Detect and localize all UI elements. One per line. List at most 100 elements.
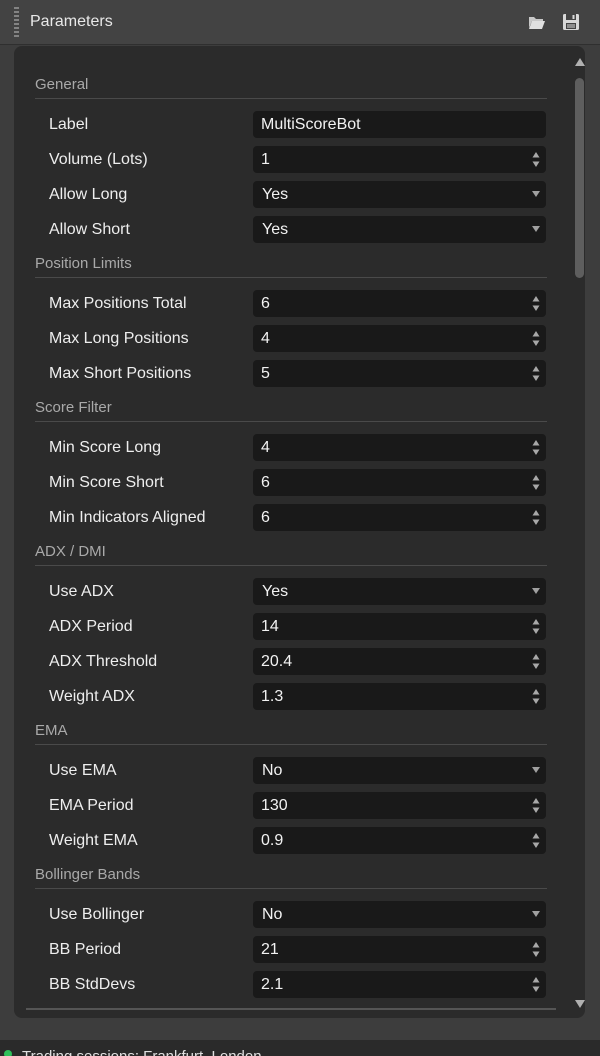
section-title: ADX / DMI xyxy=(35,543,106,560)
panel-title: Parameters xyxy=(30,13,113,30)
parameter-number-input[interactable]: 0.9 xyxy=(253,827,546,854)
trading-sessions-text: Trading sessions: Frankfurt, London xyxy=(22,1048,262,1056)
parameter-label: Weight EMA xyxy=(49,832,138,849)
parameter-dropdown[interactable]: No xyxy=(253,757,546,784)
spinner-arrows-icon[interactable] xyxy=(532,976,540,993)
parameter-label: Min Indicators Aligned xyxy=(49,509,206,526)
vertical-scrollbar[interactable] xyxy=(574,58,585,1008)
parameter-value: 21 xyxy=(261,941,279,958)
save-icon[interactable] xyxy=(562,13,580,31)
spinner-arrows-icon[interactable] xyxy=(532,688,540,705)
parameter-number-input[interactable]: 21 xyxy=(253,936,546,963)
parameter-number-input[interactable]: 130 xyxy=(253,792,546,819)
chevron-down-icon[interactable] xyxy=(532,191,540,197)
parameter-value: 130 xyxy=(261,797,288,814)
parameter-value: Yes xyxy=(262,221,289,238)
parameter-label: Allow Short xyxy=(49,221,130,238)
parameter-label: Label xyxy=(49,116,89,133)
parameter-value: MultiScoreBot xyxy=(261,116,361,133)
spinner-arrows-icon[interactable] xyxy=(532,797,540,814)
parameter-number-input[interactable]: 4 xyxy=(253,325,546,352)
parameter-label: Min Score Short xyxy=(49,474,164,491)
status-bar: Trading sessions: Frankfurt, London xyxy=(0,1040,600,1056)
folder-open-icon[interactable] xyxy=(528,13,546,31)
parameter-number-input[interactable]: 1.3 xyxy=(253,683,546,710)
spinner-arrows-icon[interactable] xyxy=(532,474,540,491)
parameter-value: 6 xyxy=(261,509,270,526)
scrollbar-thumb[interactable] xyxy=(575,78,584,278)
parameter-dropdown[interactable]: Yes xyxy=(253,181,546,208)
parameter-value: 1 xyxy=(261,151,270,168)
parameter-label: Max Long Positions xyxy=(49,330,189,347)
parameter-value: No xyxy=(262,762,283,779)
parameter-value: 14 xyxy=(261,618,279,635)
parameter-dropdown[interactable]: Yes xyxy=(253,216,546,243)
spinner-arrows-icon[interactable] xyxy=(532,439,540,456)
parameter-label: BB Period xyxy=(49,941,122,958)
scroll-up-arrow-icon[interactable] xyxy=(575,58,585,66)
spinner-arrows-icon[interactable] xyxy=(532,653,540,670)
scroll-down-arrow-icon[interactable] xyxy=(575,1000,585,1008)
spinner-arrows-icon[interactable] xyxy=(532,832,540,849)
section-title: Bollinger Bands xyxy=(35,866,141,883)
parameter-number-input[interactable]: 4 xyxy=(253,434,546,461)
parameter-number-input[interactable]: 1 xyxy=(253,146,546,173)
parameter-value: 4 xyxy=(261,439,270,456)
parameter-label: Use Bollinger xyxy=(49,906,145,923)
chevron-down-icon[interactable] xyxy=(532,588,540,594)
panel-titlebar: Parameters xyxy=(0,0,600,45)
drag-handle[interactable] xyxy=(14,7,19,37)
section-divider xyxy=(35,744,547,745)
parameter-number-input[interactable]: 6 xyxy=(253,504,546,531)
parameter-label: Max Positions Total xyxy=(49,295,187,312)
parameter-value: 0.9 xyxy=(261,832,284,849)
parameter-label: Allow Long xyxy=(49,186,128,203)
spinner-arrows-icon[interactable] xyxy=(532,330,540,347)
chevron-down-icon[interactable] xyxy=(532,767,540,773)
parameter-label: Weight ADX xyxy=(49,688,135,705)
parameter-value: No xyxy=(262,906,283,923)
parameters-panel: Parameters General Label MultiScoreBot Volu… xyxy=(0,0,600,1040)
parameter-label: Min Score Long xyxy=(49,439,162,456)
parameter-text-input[interactable]: MultiScoreBot xyxy=(253,111,546,138)
spinner-arrows-icon[interactable] xyxy=(532,941,540,958)
section-divider xyxy=(35,565,547,566)
parameter-label: Volume (Lots) xyxy=(49,151,148,168)
spinner-arrows-icon[interactable] xyxy=(532,509,540,526)
section-divider xyxy=(35,98,547,99)
spinner-arrows-icon[interactable] xyxy=(532,618,540,635)
section-title: General xyxy=(35,76,89,93)
parameter-number-input[interactable]: 5 xyxy=(253,360,546,387)
parameter-label: ADX Period xyxy=(49,618,133,635)
parameter-value: Yes xyxy=(262,186,289,203)
parameter-number-input[interactable]: 14 xyxy=(253,613,546,640)
parameters-list[interactable]: General Label MultiScoreBot Volume (Lots) 1 A… xyxy=(14,46,585,1018)
parameter-value: Yes xyxy=(262,583,289,600)
parameter-value: 2.1 xyxy=(261,976,284,993)
parameter-number-input[interactable]: 6 xyxy=(253,290,546,317)
horizontal-divider xyxy=(26,1008,556,1010)
section-divider xyxy=(35,888,547,889)
chevron-down-icon[interactable] xyxy=(532,226,540,232)
parameter-label: BB StdDevs xyxy=(49,976,136,993)
parameter-value: 5 xyxy=(261,365,270,382)
parameter-number-input[interactable]: 2.1 xyxy=(253,971,546,998)
parameter-value: 4 xyxy=(261,330,270,347)
section-title: Score Filter xyxy=(35,399,112,416)
parameter-label: Use ADX xyxy=(49,583,114,600)
chevron-down-icon[interactable] xyxy=(532,911,540,917)
section-divider xyxy=(35,421,547,422)
spinner-arrows-icon[interactable] xyxy=(532,365,540,382)
spinner-arrows-icon[interactable] xyxy=(532,295,540,312)
parameter-dropdown[interactable]: No xyxy=(253,901,546,928)
parameter-label: EMA Period xyxy=(49,797,134,814)
section-title: EMA xyxy=(35,722,68,739)
parameter-value: 1.3 xyxy=(261,688,284,705)
parameter-label: Max Short Positions xyxy=(49,365,192,382)
parameter-value: 6 xyxy=(261,474,270,491)
parameter-label: ADX Threshold xyxy=(49,653,158,670)
spinner-arrows-icon[interactable] xyxy=(532,151,540,168)
parameter-number-input[interactable]: 20.4 xyxy=(253,648,546,675)
parameter-dropdown[interactable]: Yes xyxy=(253,578,546,605)
parameter-number-input[interactable]: 6 xyxy=(253,469,546,496)
